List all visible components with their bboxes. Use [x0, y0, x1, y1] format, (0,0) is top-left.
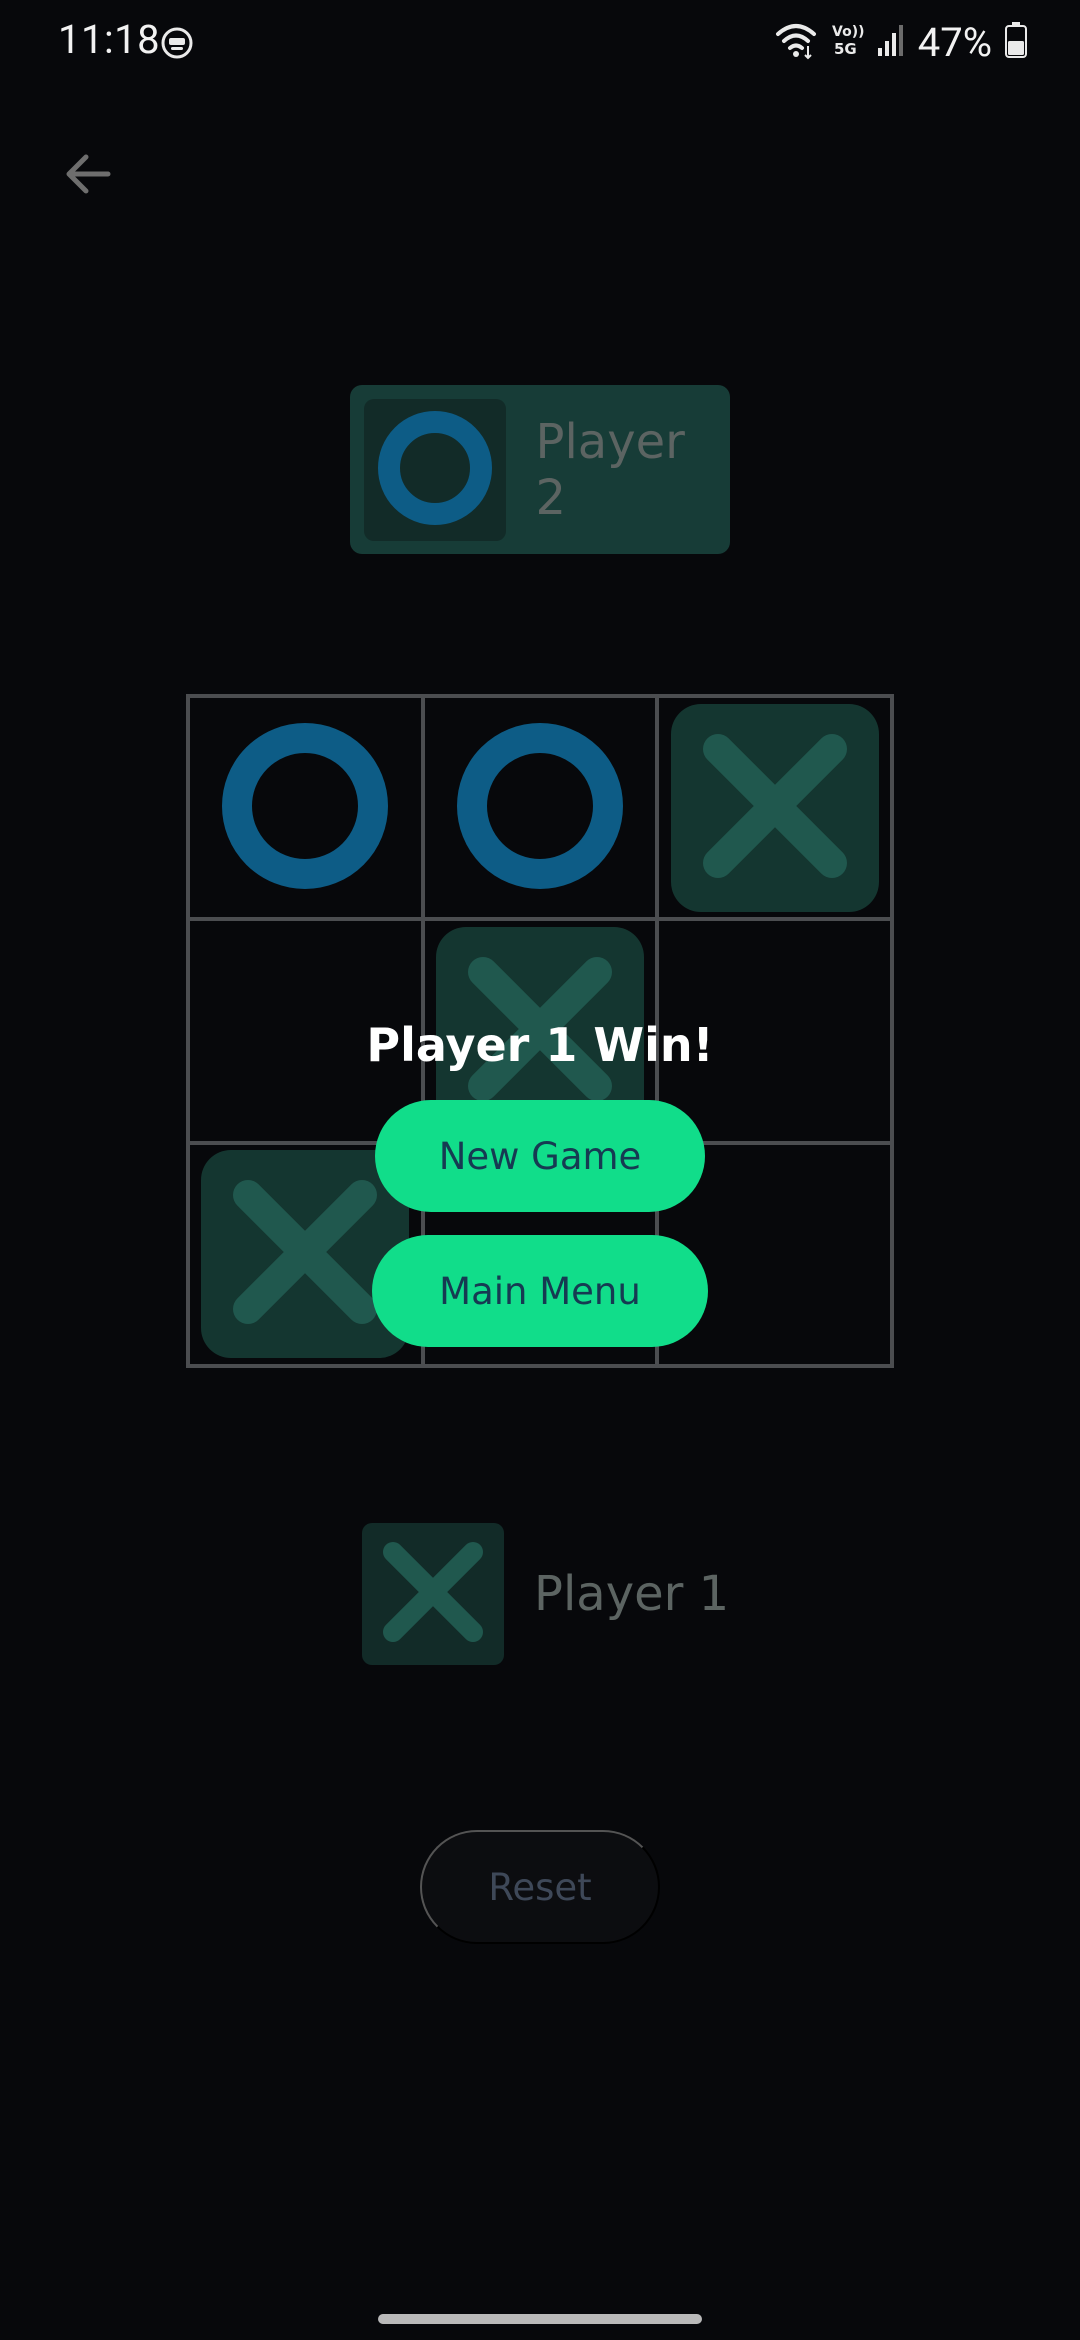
battery-icon — [1004, 21, 1028, 63]
main-menu-button[interactable]: Main Menu — [372, 1235, 708, 1347]
o-mark-icon — [377, 410, 493, 530]
board-cell-3[interactable] — [657, 696, 892, 920]
signal-icon — [876, 22, 906, 62]
svg-text:5G: 5G — [834, 40, 857, 58]
home-indicator[interactable] — [378, 2314, 702, 2324]
o-mark-icon — [220, 721, 390, 895]
back-button[interactable] — [52, 140, 124, 212]
reset-button[interactable]: Reset — [420, 1830, 660, 1944]
player2-card: Player 2 — [350, 385, 730, 554]
win-message: Player 1 Win! — [366, 1018, 714, 1072]
player1-card: Player 1 — [362, 1522, 742, 1666]
status-bar: 11:18 Vo)) 5G 47% — [0, 0, 1080, 84]
player1-mark — [362, 1523, 504, 1665]
x-mark-highlight — [201, 1150, 410, 1359]
svg-text:Vo)): Vo)) — [832, 24, 864, 40]
volte-5g-icon: Vo)) 5G — [830, 20, 864, 64]
arrow-left-icon — [60, 146, 116, 206]
x-mark-icon — [373, 1532, 493, 1656]
player2-label: Player 2 — [535, 413, 685, 526]
wifi-icon — [774, 20, 818, 64]
notification-app-icon — [160, 26, 194, 60]
x-mark-highlight — [670, 703, 879, 912]
status-indicators: Vo)) 5G 47% — [774, 18, 1028, 66]
player1-label: Player 1 — [534, 1566, 730, 1622]
player2-mark — [364, 398, 506, 541]
x-mark-icon — [690, 721, 860, 895]
x-mark-icon — [220, 1167, 390, 1341]
status-time: 11:18 — [58, 16, 161, 63]
board-cell-2[interactable] — [422, 696, 658, 920]
battery-percent: 47% — [917, 18, 992, 66]
board-cell-1[interactable] — [188, 696, 423, 920]
new-game-button[interactable]: New Game — [375, 1100, 705, 1212]
o-mark-icon — [455, 721, 625, 895]
